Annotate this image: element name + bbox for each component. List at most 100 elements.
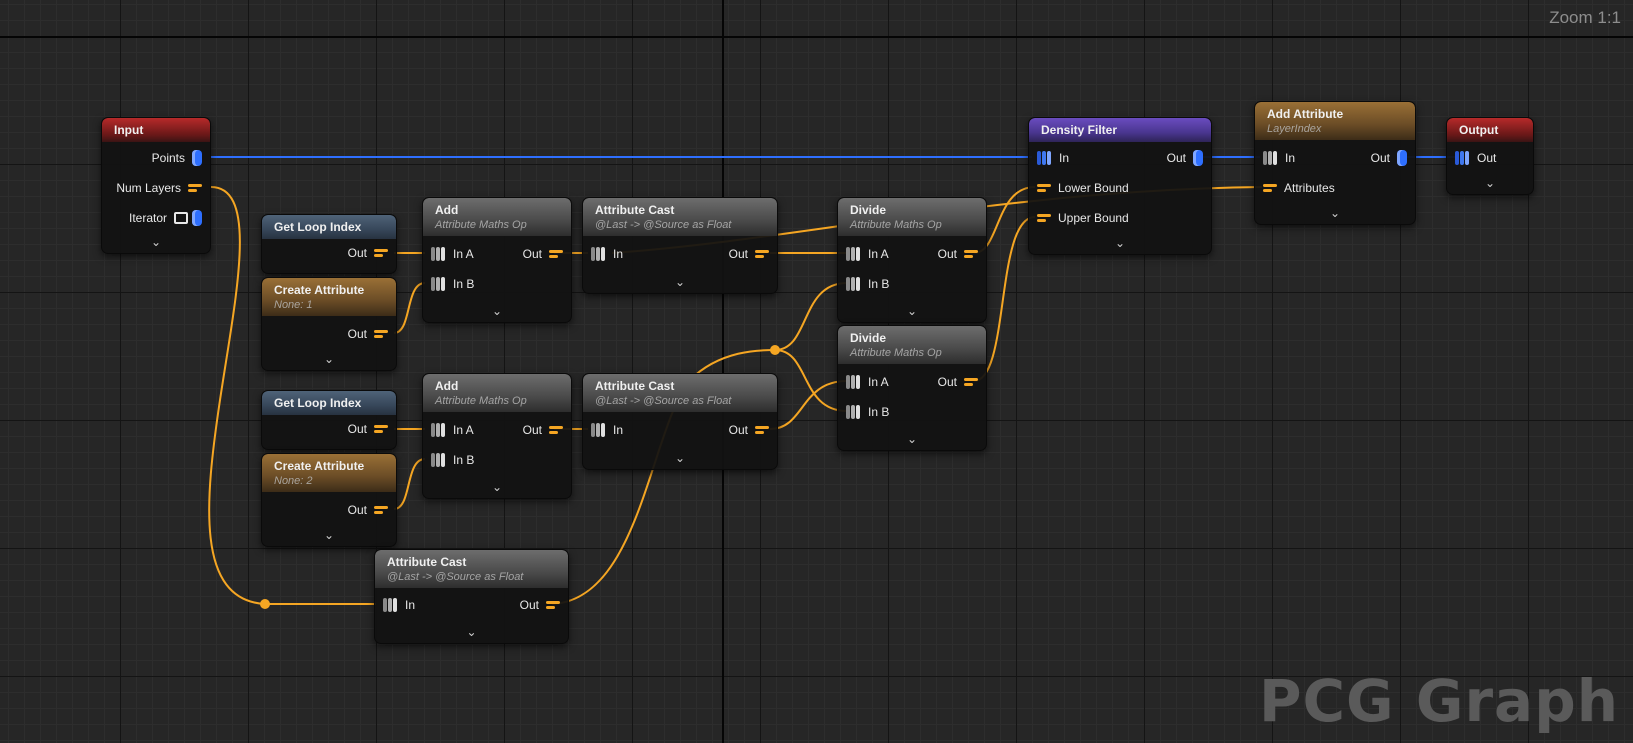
expand-chevron-icon[interactable]: ⌄ bbox=[1255, 206, 1415, 220]
grey-stack-pin-icon[interactable] bbox=[591, 422, 606, 438]
pin-row-num-layers[interactable]: Num Layers bbox=[109, 178, 202, 198]
grey-stack-pin-icon[interactable] bbox=[431, 246, 446, 262]
grey-stack-pin-icon[interactable] bbox=[431, 276, 446, 292]
expand-chevron-icon[interactable]: ⌄ bbox=[262, 352, 396, 366]
node-header[interactable]: Divide Attribute Maths Op bbox=[838, 198, 986, 236]
expand-chevron-icon[interactable]: ⌄ bbox=[838, 432, 986, 446]
node-header[interactable]: Get Loop Index bbox=[262, 391, 396, 415]
node-header[interactable]: Density Filter bbox=[1029, 118, 1211, 142]
pin-row-in-a[interactable]: In A bbox=[431, 244, 481, 264]
orange-attribute-pin-icon[interactable] bbox=[188, 184, 202, 192]
pin-row-points[interactable]: Points bbox=[145, 148, 202, 168]
orange-attribute-pin-icon[interactable] bbox=[964, 378, 978, 386]
pin-row-in[interactable]: In bbox=[383, 595, 422, 615]
node-get-loop-index-1[interactable]: Get Loop Index Out bbox=[261, 214, 397, 274]
grey-stack-pin-icon[interactable] bbox=[846, 276, 861, 292]
node-create-attribute-1[interactable]: Create Attribute None: 1 Out ⌄ bbox=[261, 277, 397, 371]
node-input[interactable]: Input Points Num Layers Iterator ⌄ bbox=[101, 117, 211, 254]
orange-attribute-pin-icon[interactable] bbox=[374, 330, 388, 338]
orange-attribute-pin-icon[interactable] bbox=[964, 250, 978, 258]
orange-attribute-pin-icon[interactable] bbox=[549, 250, 563, 258]
node-header[interactable]: Output bbox=[1447, 118, 1533, 142]
blue-point-pin-icon[interactable] bbox=[1397, 150, 1407, 166]
pin-row-out[interactable]: Out bbox=[1160, 148, 1203, 168]
pin-row-in-a[interactable]: In A bbox=[846, 244, 896, 264]
node-create-attribute-2[interactable]: Create Attribute None: 2 Out ⌄ bbox=[261, 453, 397, 547]
orange-attribute-pin-icon[interactable] bbox=[374, 506, 388, 514]
node-header[interactable]: Get Loop Index bbox=[262, 215, 396, 239]
pin-row-in[interactable]: In bbox=[1263, 148, 1302, 168]
node-add-attribute[interactable]: Add Attribute LayerIndex In Out Attribut… bbox=[1254, 101, 1416, 225]
expand-chevron-icon[interactable]: ⌄ bbox=[423, 304, 571, 318]
node-header[interactable]: Add Attribute Maths Op bbox=[423, 374, 571, 412]
node-header[interactable]: Add Attribute Maths Op bbox=[423, 198, 571, 236]
orange-attribute-pin-icon[interactable] bbox=[1037, 214, 1051, 222]
pin-row-out[interactable]: Out bbox=[516, 420, 563, 440]
grey-stack-pin-icon[interactable] bbox=[846, 374, 861, 390]
reroute-knot-2[interactable] bbox=[770, 345, 780, 355]
pin-row-out[interactable]: Out bbox=[516, 244, 563, 264]
expand-chevron-icon[interactable]: ⌄ bbox=[423, 480, 571, 494]
grey-stack-pin-icon[interactable] bbox=[431, 452, 446, 468]
orange-attribute-pin-icon[interactable] bbox=[546, 601, 560, 609]
orange-attribute-pin-icon[interactable] bbox=[374, 425, 388, 433]
pin-row-in[interactable]: In bbox=[1037, 148, 1076, 168]
orange-attribute-pin-icon[interactable] bbox=[1037, 184, 1051, 192]
pin-row-in-b[interactable]: In B bbox=[846, 274, 896, 294]
expand-chevron-icon[interactable]: ⌄ bbox=[102, 235, 210, 249]
blue-point-pin-icon[interactable] bbox=[1193, 150, 1203, 166]
node-add-1[interactable]: Add Attribute Maths Op In A Out In B ⌄ bbox=[422, 197, 572, 323]
orange-attribute-pin-icon[interactable] bbox=[755, 426, 769, 434]
grey-stack-pin-icon[interactable] bbox=[431, 422, 446, 438]
pin-row-in-b[interactable]: In B bbox=[431, 450, 481, 470]
node-header[interactable]: Divide Attribute Maths Op bbox=[838, 326, 986, 364]
node-add-2[interactable]: Add Attribute Maths Op In A Out In B ⌄ bbox=[422, 373, 572, 499]
pin-row-iterator[interactable]: Iterator bbox=[122, 208, 202, 228]
expand-chevron-icon[interactable]: ⌄ bbox=[1029, 236, 1211, 250]
pin-row-out[interactable]: Out bbox=[1455, 148, 1503, 168]
expand-chevron-icon[interactable]: ⌄ bbox=[583, 451, 777, 465]
reroute-knot-1[interactable] bbox=[260, 599, 270, 609]
wire-create-attribute-1-to-add-1-in-b[interactable] bbox=[393, 282, 426, 334]
node-get-loop-index-2[interactable]: Get Loop Index Out bbox=[261, 390, 397, 450]
expand-chevron-icon[interactable]: ⌄ bbox=[838, 304, 986, 318]
orange-attribute-pin-icon[interactable] bbox=[549, 426, 563, 434]
node-header[interactable]: Create Attribute None: 1 bbox=[262, 278, 396, 316]
wire-create-attribute-2-to-add-2-in-b[interactable] bbox=[393, 458, 426, 510]
expand-chevron-icon[interactable]: ⌄ bbox=[1447, 176, 1533, 190]
blue-point-pin-icon[interactable] bbox=[192, 210, 202, 226]
node-header[interactable]: Create Attribute None: 2 bbox=[262, 454, 396, 492]
grey-stack-pin-icon[interactable] bbox=[383, 597, 398, 613]
node-attribute-cast-2[interactable]: Attribute Cast @Last -> @Source as Float… bbox=[582, 373, 778, 470]
orange-attribute-pin-icon[interactable] bbox=[374, 249, 388, 257]
grey-stack-pin-icon[interactable] bbox=[846, 404, 861, 420]
pin-row-in-b[interactable]: In B bbox=[846, 402, 896, 422]
pin-row-out[interactable]: Out bbox=[931, 372, 978, 392]
node-header[interactable]: Attribute Cast @Last -> @Source as Float bbox=[375, 550, 568, 588]
node-attribute-cast-3[interactable]: Attribute Cast @Last -> @Source as Float… bbox=[374, 549, 569, 644]
node-attribute-cast-1[interactable]: Attribute Cast @Last -> @Source as Float… bbox=[582, 197, 778, 294]
blue-stack-pin-icon[interactable] bbox=[1455, 150, 1470, 166]
node-density-filter[interactable]: Density Filter In Out Lower Bound Upper … bbox=[1028, 117, 1212, 255]
pin-row-in[interactable]: In bbox=[591, 244, 630, 264]
pin-row-out[interactable]: Out bbox=[341, 243, 388, 263]
pin-row-out[interactable]: Out bbox=[722, 420, 769, 440]
pin-row-lower-bound[interactable]: Lower Bound bbox=[1037, 178, 1136, 198]
grey-stack-pin-icon[interactable] bbox=[591, 246, 606, 262]
node-output[interactable]: Output Out ⌄ bbox=[1446, 117, 1534, 195]
pin-row-in-a[interactable]: In A bbox=[431, 420, 481, 440]
node-divide-2[interactable]: Divide Attribute Maths Op In A Out In B … bbox=[837, 325, 987, 451]
orange-attribute-pin-icon[interactable] bbox=[755, 250, 769, 258]
node-header[interactable]: Add Attribute LayerIndex bbox=[1255, 102, 1415, 140]
pin-row-in-a[interactable]: In A bbox=[846, 372, 896, 392]
pin-row-in-b[interactable]: In B bbox=[431, 274, 481, 294]
pin-row-out[interactable]: Out bbox=[341, 324, 388, 344]
node-header[interactable]: Attribute Cast @Last -> @Source as Float bbox=[583, 198, 777, 236]
pin-row-out[interactable]: Out bbox=[722, 244, 769, 264]
grey-stack-pin-icon[interactable] bbox=[846, 246, 861, 262]
pin-row-out[interactable]: Out bbox=[513, 595, 560, 615]
blue-point-pin-icon[interactable] bbox=[192, 150, 202, 166]
pin-row-upper-bound[interactable]: Upper Bound bbox=[1037, 208, 1136, 228]
grey-stack-pin-icon[interactable] bbox=[1263, 150, 1278, 166]
expand-chevron-icon[interactable]: ⌄ bbox=[375, 625, 568, 639]
